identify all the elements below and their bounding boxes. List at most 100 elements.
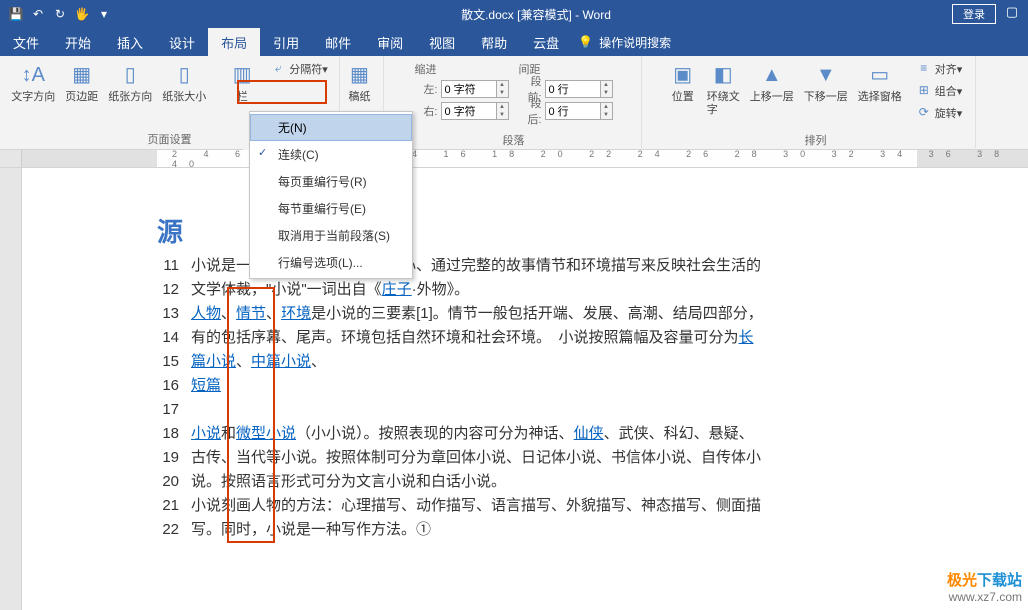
qat-customize-icon[interactable]: ▾	[96, 6, 112, 22]
ribbon-display-options-icon[interactable]: ▢	[1000, 4, 1024, 24]
bring-forward-label: 上移一层	[750, 91, 794, 104]
check-icon: ✓	[258, 146, 267, 159]
text-direction-icon: ↕A	[19, 61, 47, 89]
hyperlink[interactable]: 仙侠	[574, 425, 604, 442]
hyperlink[interactable]: 长	[739, 329, 754, 346]
tab-home[interactable]: 开始	[52, 28, 104, 56]
line-numbers-option-3[interactable]: ✓每节重编行号(E)	[250, 195, 412, 222]
touch-icon[interactable]: 🖐	[74, 6, 90, 22]
send-backward-button[interactable]: ▼ 下移一层	[800, 59, 852, 106]
margins-label: 页边距	[65, 91, 98, 104]
line-number: 13	[157, 302, 191, 326]
breaks-button[interactable]: ⤶分隔符 ▾	[266, 59, 332, 79]
line-text[interactable]: 小说和微型小说（小小说）。按照表现的内容可分为神话、仙侠、武侠、科幻、悬疑、	[191, 422, 1028, 446]
orientation-button[interactable]: ▯纸张方向	[104, 59, 156, 106]
tab-review[interactable]: 审阅	[364, 28, 416, 56]
size-button[interactable]: ▯纸张大小	[158, 59, 210, 106]
hyperlink[interactable]: 篇小说	[191, 353, 236, 370]
indent-title: 缩进	[415, 61, 509, 77]
line-text[interactable]: 说。按照语言形式可分为文言小说和白话小说。	[191, 470, 1028, 494]
tell-me[interactable]: 💡 操作说明搜索	[578, 28, 671, 56]
login-button[interactable]: 登录	[952, 4, 996, 24]
line-text[interactable]: 文学体裁，"小说"一词出自《庄子·外物》。	[191, 278, 1028, 302]
send-backward-label: 下移一层	[804, 91, 848, 104]
tab-help[interactable]: 帮助	[468, 28, 520, 56]
columns-button[interactable]: ▥栏	[224, 59, 260, 106]
line-text[interactable]: 人物、情节、环境是小说的三要素[1]。情节一般包括开端、发展、高潮、结局四部分，	[191, 302, 1028, 326]
align-button[interactable]: ≡对齐 ▾	[912, 59, 967, 79]
title-bar: 💾 ↶ ↻ 🖐 ▾ 散文.docx [兼容模式] - Word 登录 ▢	[0, 0, 1028, 28]
rotate-icon: ⟳	[916, 105, 932, 121]
hyperlink[interactable]: 庄子	[382, 281, 412, 298]
selection-pane-icon: ▭	[866, 61, 894, 89]
text-line: 22写。同时，小说是一种写作方法。①	[157, 518, 1028, 542]
undo-icon[interactable]: ↶	[30, 6, 46, 22]
line-numbers-option-0[interactable]: ✓无(N)	[250, 114, 412, 141]
hyperlink[interactable]: 人物	[191, 305, 221, 322]
group-objects-button[interactable]: ⊞组合 ▾	[912, 81, 967, 101]
send-backward-icon: ▼	[812, 61, 840, 89]
line-text[interactable]: 有的包括序幕、尾声。环境包括自然环境和社会环境。 小说按照篇幅及容量可分为长	[191, 326, 1028, 350]
selection-pane-button[interactable]: ▭选择窗格	[854, 59, 906, 106]
margins-button[interactable]: ▦页边距	[61, 59, 102, 106]
line-numbers-option-1[interactable]: ✓连续(C)	[250, 141, 412, 168]
text-line: 13人物、情节、环境是小说的三要素[1]。情节一般包括开端、发展、高潮、结局四部…	[157, 302, 1028, 326]
line-number: 18	[157, 422, 191, 446]
horizontal-ruler[interactable]: 2 4 6 8 10 12 14 16 18 20 22 24 26 28 30…	[0, 150, 1028, 168]
indent-left-spinner[interactable]: 左:0 字符▲▼	[415, 79, 509, 99]
manuscript-button[interactable]: ▦稿纸	[342, 59, 378, 106]
align-icon: ≡	[916, 61, 932, 77]
hyperlink[interactable]: 微型小说	[236, 425, 296, 442]
tab-view[interactable]: 视图	[416, 28, 468, 56]
indent-left-value[interactable]: 0 字符	[441, 80, 497, 98]
position-button[interactable]: ▣位置	[665, 59, 701, 106]
hyperlink[interactable]: 环境	[281, 305, 311, 322]
document-page[interactable]: 源11小说是一种以刻画人物形象为中心、通过完整的故事情节和环境描写来反映社会生活…	[22, 168, 1028, 610]
watermark-brand-a: 极光	[947, 572, 977, 589]
bring-forward-button[interactable]: ▲ 上移一层	[746, 59, 798, 106]
line-text[interactable]: 篇小说、中篇小说、	[191, 350, 1028, 374]
hyperlink[interactable]: 中篇小说	[251, 353, 311, 370]
breaks-label: 分隔符	[289, 61, 322, 77]
orientation-icon: ▯	[116, 61, 144, 89]
group-icon: ⊞	[916, 83, 932, 99]
tab-design[interactable]: 设计	[156, 28, 208, 56]
bring-forward-icon: ▲	[758, 61, 786, 89]
tab-file[interactable]: 文件	[0, 28, 52, 56]
spacing-after-spinner[interactable]: 段后:0 行▲▼	[519, 101, 613, 121]
columns-label: 栏	[237, 91, 248, 104]
line-number: 15	[157, 350, 191, 374]
text-line: 21小说刻画人物的方法：心理描写、动作描写、语言描写、外貌描写、神态描写、侧面描	[157, 494, 1028, 518]
tab-insert[interactable]: 插入	[104, 28, 156, 56]
arrange-group-label: 排列	[805, 132, 827, 148]
hyperlink[interactable]: 小说	[191, 425, 221, 442]
redo-icon[interactable]: ↻	[52, 6, 68, 22]
indent-right-value[interactable]: 0 字符	[441, 102, 497, 120]
rotate-button[interactable]: ⟳旋转 ▾	[912, 103, 967, 123]
indent-right-spinner[interactable]: 右:0 字符▲▼	[415, 101, 509, 121]
line-text[interactable]: 古传、当代等小说。按照体制可分为章回体小说、日记体小说、书信体小说、自传体小	[191, 446, 1028, 470]
wrap-text-button[interactable]: ◧环绕文 字	[703, 59, 744, 119]
tab-layout[interactable]: 布局	[208, 28, 260, 56]
text-line: 15篇小说、中篇小说、	[157, 350, 1028, 374]
line-text[interactable]: 短篇	[191, 374, 1028, 398]
text-line: 12文学体裁，"小说"一词出自《庄子·外物》。	[157, 278, 1028, 302]
tab-mailings[interactable]: 邮件	[312, 28, 364, 56]
tab-clouddisk[interactable]: 云盘	[520, 28, 572, 56]
line-text[interactable]: 写。同时，小说是一种写作方法。①	[191, 518, 1028, 542]
line-text[interactable]	[191, 398, 1028, 422]
tab-references[interactable]: 引用	[260, 28, 312, 56]
line-numbers-option-2[interactable]: ✓每页重编行号(R)	[250, 168, 412, 195]
hyperlink[interactable]: 情节	[236, 305, 266, 322]
paragraph-group-label: 段落	[503, 132, 525, 148]
hyperlink[interactable]: 短篇	[191, 377, 221, 394]
spacing-after-value[interactable]: 0 行	[545, 102, 601, 120]
text-direction-button[interactable]: ↕A文字方向	[7, 59, 59, 106]
save-icon[interactable]: 💾	[8, 6, 24, 22]
line-text[interactable]: 小说刻画人物的方法：心理描写、动作描写、语言描写、外貌描写、神态描写、侧面描	[191, 494, 1028, 518]
line-numbers-option-5[interactable]: ✓行编号选项(L)...	[250, 249, 412, 276]
spacing-before-value[interactable]: 0 行	[545, 80, 601, 98]
line-numbers-option-4[interactable]: ✓取消用于当前段落(S)	[250, 222, 412, 249]
window-title: 散文.docx [兼容模式] - Word	[120, 6, 952, 23]
vertical-ruler[interactable]	[0, 168, 22, 610]
